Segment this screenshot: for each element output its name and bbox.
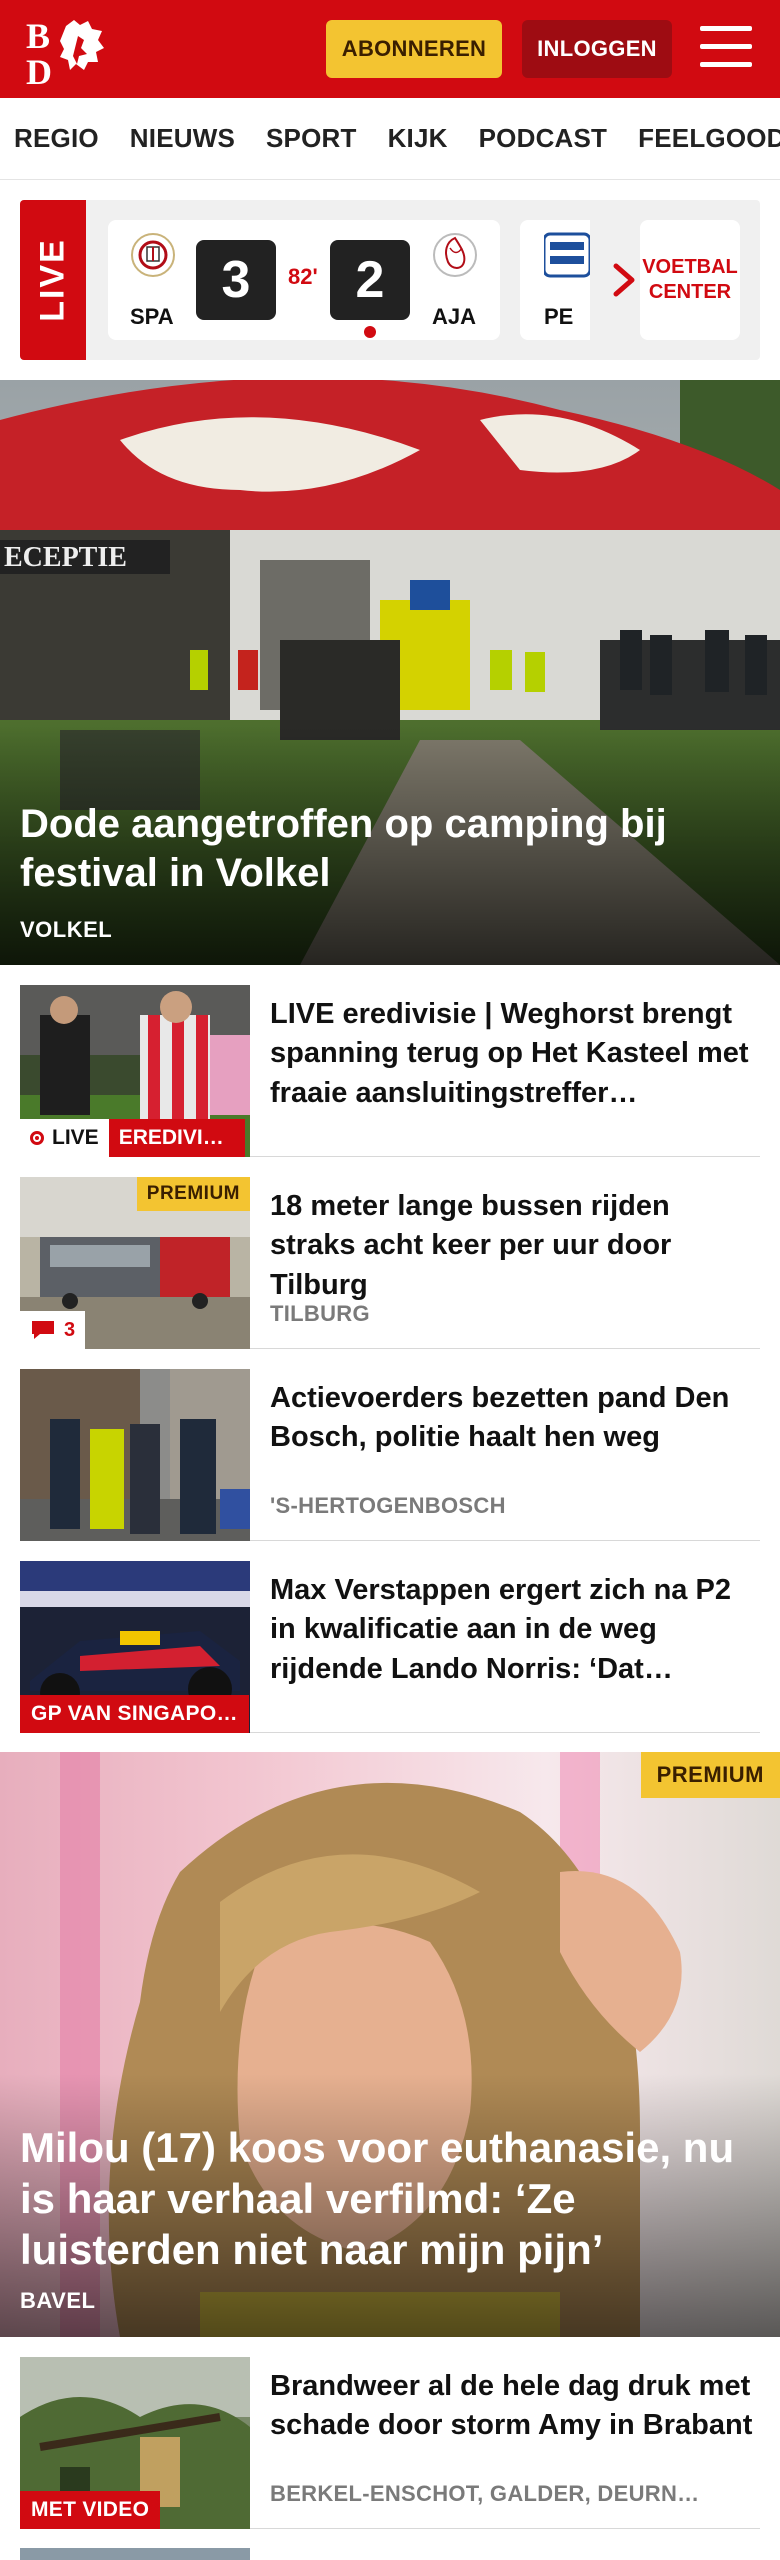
nav-item-kijk[interactable]: KIJK: [388, 123, 448, 154]
article-thumbnail: LIVE EREDIVI…: [20, 985, 250, 1157]
premium-badge: PREMIUM: [640, 1752, 780, 1798]
live-record-icon: [30, 1131, 44, 1145]
nav-item-feelgood[interactable]: FEELGOOD: [638, 123, 780, 154]
article-title[interactable]: Max Verstappen ergert zich na P2 in kwal…: [270, 1571, 760, 1689]
svg-text:D: D: [26, 52, 52, 86]
home-team: SPA: [130, 304, 174, 329]
list-item[interactable]: MET VIDEO Brandweer al de hele dag druk …: [20, 2357, 760, 2529]
subscribe-button[interactable]: ABONNEREN: [326, 20, 502, 78]
article-location: BERKEL-ENSCHOT, GALDER, DEURN…: [270, 2481, 700, 2506]
live-bar: LIVE SPA 3 82' 2 AJA PE VOETBAL CENTER: [20, 200, 760, 360]
nav-item-regio[interactable]: REGIO: [14, 123, 99, 154]
list-item[interactable]: Actievoerders bezetten pand Den Bosch, p…: [20, 1369, 760, 1541]
home-score: 3: [196, 240, 276, 320]
article-thumbnail: GP VAN SINGAPO…: [20, 1561, 250, 1733]
list-item[interactable]: GP VAN SINGAPO… Max Verstappen ergert zi…: [20, 1561, 760, 1733]
match-minute: 82': [288, 264, 318, 289]
article-title[interactable]: LIVE eredivisie | Weghorst brengt spanni…: [270, 995, 760, 1113]
article-thumbnail: MET VIDEO: [20, 2357, 250, 2529]
live-tag: LIVE: [20, 200, 86, 360]
top-header: B D ABONNEREN INLOGGEN: [0, 0, 780, 98]
match-card-next[interactable]: PE: [520, 220, 590, 340]
live-badge: LIVE EREDIVI…: [20, 1119, 245, 1157]
feature-title[interactable]: Milou (17) koos voor euthanasie, nu is h…: [20, 2122, 760, 2276]
comment-icon: [32, 1321, 54, 1339]
hero-article[interactable]: ECEPTIE Dode aangetroffen op camping bij…: [0, 380, 780, 965]
away-score: 2: [330, 240, 410, 320]
pec-crest-icon: [544, 232, 590, 278]
article-title[interactable]: Brandweer al de hele dag druk met schade…: [270, 2367, 760, 2446]
goal-indicator: [364, 326, 376, 338]
hero-location: VOLKEL: [20, 917, 113, 942]
premium-badge: PREMIUM: [136, 1177, 250, 1211]
feature-location: BAVEL: [20, 2288, 96, 2313]
category-badge: GP VAN SINGAPO…: [20, 1695, 249, 1733]
article-title[interactable]: 18 meter lange bussen rijden straks acht…: [270, 1187, 760, 1305]
feature-article[interactable]: PREMIUM Milou (17) koos voor euthanasie,…: [0, 1752, 780, 2337]
svg-text:B: B: [26, 16, 50, 56]
list-item[interactable]: LIVE EREDIVI… LIVE eredivisie | Weghorst…: [20, 985, 760, 1157]
list-item[interactable]: PREMIUM 3 18 meter lange bussen rijden s…: [20, 1177, 760, 1349]
police-photo: [20, 1369, 250, 1541]
live-scores: LIVE SPA 3 82' 2 AJA PE VOETBAL CENTER: [0, 180, 780, 380]
article-thumbnail: PREMIUM 3: [20, 1177, 250, 1349]
article-title[interactable]: Actievoerders bezetten pand Den Bosch, p…: [270, 1379, 760, 1458]
article-location: 'S-HERTOGENBOSCH: [270, 1493, 506, 1518]
away-team: AJA: [432, 304, 477, 329]
svg-text:ECEPTIE: ECEPTIE: [4, 542, 127, 573]
menu-icon[interactable]: [700, 26, 752, 70]
next-team: PE: [544, 304, 574, 329]
nav-item-nieuws[interactable]: NIEUWS: [130, 123, 235, 154]
section-nav: REGIO NIEUWS SPORT KIJK PODCAST FEELGOOD: [0, 98, 780, 180]
bd-logo[interactable]: B D: [26, 14, 116, 86]
next-article-thumbnail-peek: [20, 2548, 250, 2560]
ajax-crest-icon: [433, 233, 477, 277]
category-badge: MET VIDEO: [20, 2491, 161, 2529]
login-button[interactable]: INLOGGEN: [522, 20, 672, 78]
comments-badge[interactable]: 3: [20, 1311, 86, 1349]
article-location: TILBURG: [270, 1301, 370, 1326]
nav-item-podcast[interactable]: PODCAST: [479, 123, 608, 154]
nav-item-sport[interactable]: SPORT: [266, 123, 357, 154]
sparta-crest-icon: [131, 233, 175, 277]
hero-title[interactable]: Dode aangetroffen op camping bij festiva…: [20, 800, 740, 898]
article-thumbnail: [20, 1369, 250, 1541]
voetbal-center-link[interactable]: VOETBAL CENTER: [640, 220, 740, 340]
chevron-right-icon[interactable]: [604, 260, 644, 300]
match-card[interactable]: SPA 3 82' 2 AJA: [108, 220, 500, 340]
